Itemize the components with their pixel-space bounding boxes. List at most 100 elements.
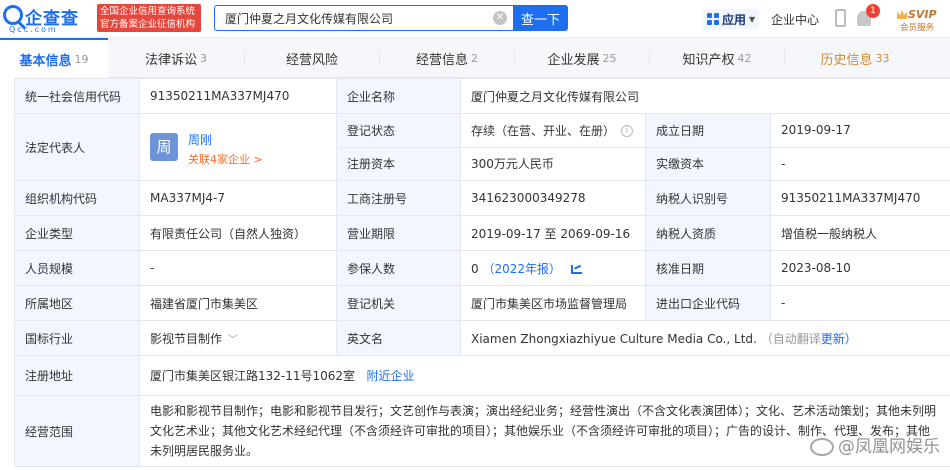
reg-capital-value: 300万元人民币 [460,146,646,181]
avatar[interactable]: 周 [150,133,178,161]
weibo-watermark: @凤凰网娱乐 [810,432,940,457]
clear-icon[interactable]: ✕ [493,11,507,25]
tab-business-info[interactable]: 经营信息 2 [380,38,514,78]
grid-icon [707,13,719,25]
legal-rep-wrap: 周 周刚 关联4家企业 > [150,115,326,180]
org-code-value: MA337MJ4-7 [139,180,337,216]
biz-reg-no-value: 341623000349278 [460,180,646,216]
reg-status-value: 存续（在营、开业、在册） [471,123,616,138]
industry-value: 影视节目制作 [150,331,223,346]
tab-label: 历史信息 [820,52,873,68]
table-row: 法定代表人 周 周刚 关联4家企业 > 登记状态 存续（在营、开业、在册） i 成… [14,113,950,181]
info-icon[interactable]: i [621,125,634,138]
phone-icon[interactable] [835,9,846,27]
approval-date-value: 2023-08-10 [769,250,950,286]
update-link[interactable]: 更新） [821,332,857,346]
staff-size-value: - [139,250,337,286]
reg-capital-label: 注册资本 [336,146,461,181]
search-box: ✕ [214,5,513,31]
search-button[interactable]: 查一下 [513,5,568,31]
staff-size-label: 人员规模 [14,250,140,286]
svip-title: SVIP [908,8,937,21]
reg-authority-label: 登记机关 [336,285,461,321]
legal-rep-name-link[interactable]: 周刚 [188,131,212,148]
table-row: 企业类型 有限责任公司（自然人独资） 营业期限 2019-09-17 至 206… [14,215,950,251]
tab-ip[interactable]: 知识产权 42 [650,38,784,78]
tab-label: 经营信息 [415,52,468,68]
table-row: 国标行业 影视节目制作 ﹀ 英文名 Xiamen Zhongxiazhiyue C… [14,320,950,356]
address-label: 注册地址 [14,355,140,396]
address-value: 厦门市集美区银江路132-11号1062室 [150,369,356,383]
caret-down-icon: ▼ [749,14,756,24]
top-header: 企查查 Qcc.com 全国企业信用查询系统 官方备案企业征信机构 ✕ 查一下 … [0,0,950,38]
slogan-line-2: 官方备案企业征信机构 [100,19,196,30]
tab-count: 25 [602,51,617,65]
taxpayer-id-value: 91350211MA337MJ470 [769,180,950,216]
tab-count: 42 [737,51,752,65]
org-code-label: 组织机构代码 [14,180,140,216]
section-tabs: 基本信息 19 法律诉讼 3 经营风险 经营信息 2 企业发展 25 知识产权 … [0,38,950,78]
table-row: 组织机构代码 MA337MJ4-7 工商注册号 341623000349278 … [14,180,950,216]
region-value: 福建省厦门市集美区 [139,285,337,321]
chart-icon[interactable] [571,264,583,274]
company-type-label: 企业类型 [14,215,140,251]
basic-info-table: 统一社会信用代码 91350211MA337MJ470 企业名称 厦门仲夏之月文… [14,78,950,467]
english-name-value: Xiamen Zhongxiazhiyue Culture Media Co.,… [471,331,757,346]
notification-badge: 1 [866,4,880,18]
industry-cell[interactable]: 影视节目制作 ﹀ [139,320,337,356]
table-row: 注册地址 厦门市集美区银江路132-11号1062室 附近企业 [14,355,950,396]
logo-domain: Qcc.com [9,25,58,34]
import-export-label: 进出口企业代码 [645,285,771,321]
insured-cell: 0 （2022年报） [460,250,646,286]
tab-basic-info[interactable]: 基本信息 19 [0,38,108,78]
tab-development[interactable]: 企业发展 25 [515,38,649,78]
paid-capital-label: 实缴资本 [645,146,771,181]
svip-member-button[interactable]: SVIP 会员服务 [897,8,937,33]
taxpayer-qual-label: 纳税人资质 [645,215,771,251]
est-date-label: 成立日期 [645,113,771,148]
search-input[interactable] [215,6,490,30]
qcc-logo[interactable]: 企查查 Qcc.com [3,4,95,34]
auto-translate-note: （自动翻译 [760,331,821,346]
enterprise-center-link[interactable]: 企业中心 [771,11,819,28]
related-companies-link[interactable]: 关联4家企业 > [188,151,263,167]
tab-count: 19 [74,52,89,66]
est-date-value: 2019-09-17 [769,113,950,148]
svip-subtitle: 会员服务 [900,23,935,33]
annual-report-link[interactable]: （2022年报） [482,262,561,276]
scope-label: 经营范围 [14,395,140,467]
crown-icon [897,10,907,19]
address-cell: 厦门市集美区银江路132-11号1062室 附近企业 [138,355,950,396]
import-export-value: - [769,285,950,321]
tab-business-risk[interactable]: 经营风险 [245,38,379,78]
tab-count: 33 [875,51,890,65]
slogan-badge: 全国企业信用查询系统 官方备案企业征信机构 [97,4,201,32]
biz-term-label: 营业期限 [336,215,461,251]
table-row: 所属地区 福建省厦门市集美区 登记机关 厦门市集美区市场监督管理局 进出口企业代… [14,285,950,321]
biz-term-value: 2019-09-17 至 2069-09-16 [460,215,646,251]
tab-count: 2 [471,51,478,65]
taxpayer-qual-value: 增值税一般纳税人 [769,215,950,251]
industry-label: 国标行业 [14,320,140,356]
apps-label: 应用 [722,12,747,27]
nearby-companies-link[interactable]: 附近企业 [367,369,415,383]
tab-label: 经营风险 [285,52,338,68]
legal-rep-label: 法定代表人 [14,113,140,181]
chevron-down-icon[interactable]: ﹀ [228,335,238,346]
magnifier-logo-icon [3,5,23,25]
company-name-label: 企业名称 [336,78,461,114]
table-row: 人员规模 - 参保人数 0 （2022年报） 核准日期 2023-08-10 [14,250,950,286]
slogan-line-1: 全国企业信用查询系统 [100,6,196,17]
tab-litigation[interactable]: 法律诉讼 3 [108,38,244,78]
english-name-cell: Xiamen Zhongxiazhiyue Culture Media Co.,… [459,320,950,356]
weibo-logo-icon [810,438,834,456]
tab-history[interactable]: 历史信息 33 [785,38,925,78]
credit-code-value: 91350211MA337MJ470 [139,78,337,114]
approval-date-label: 核准日期 [645,250,771,286]
tab-label: 企业发展 [547,52,600,68]
apps-menu[interactable]: 应用 ▼ [703,9,760,29]
legal-rep-cell: 周 周刚 关联4家企业 > [139,113,337,181]
taxpayer-id-label: 纳税人识别号 [645,180,771,216]
biz-reg-no-label: 工商注册号 [336,180,461,216]
reg-status-cell: 存续（在营、开业、在册） i [460,113,646,148]
